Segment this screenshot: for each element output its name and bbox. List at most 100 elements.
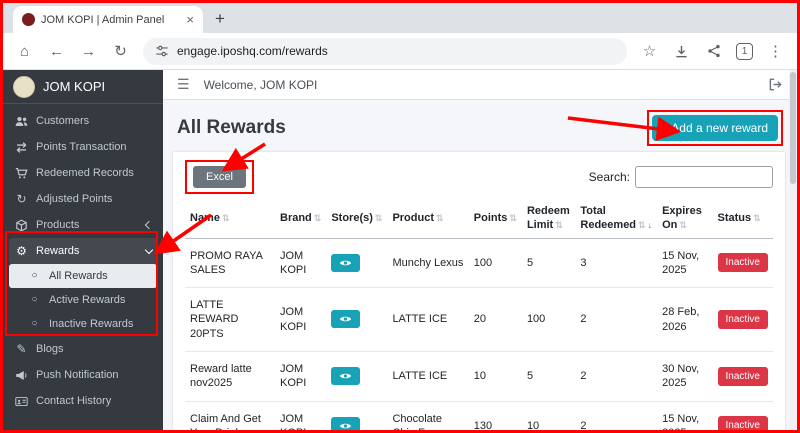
sidebar-item-customers[interactable]: Customers	[9, 108, 157, 134]
view-stores-button[interactable]	[331, 253, 361, 272]
sidebar-item-products[interactable]: Products	[9, 212, 157, 238]
col-header-name[interactable]: Name ⇅	[185, 200, 275, 239]
site-favicon	[22, 13, 35, 26]
cell-product: LATTE ICE	[387, 287, 469, 352]
sidebar-item-all-rewards[interactable]: ○ All Rewards	[9, 264, 157, 288]
browser-tab[interactable]: JOM KOPI | Admin Panel ×	[13, 6, 203, 33]
col-header-points[interactable]: Points ⇅	[468, 200, 522, 239]
refresh-icon[interactable]: ↻	[111, 42, 130, 60]
download-icon[interactable]	[672, 44, 691, 59]
card-toolbar: Excel Search:	[185, 160, 773, 194]
cell-status: Inactive	[712, 400, 773, 430]
forward-icon[interactable]: →	[79, 43, 98, 60]
new-tab-button[interactable]: +	[207, 6, 233, 32]
scrollbar-thumb[interactable]	[790, 72, 796, 184]
cell-brand: JOM KOPI	[275, 350, 327, 402]
tune-icon[interactable]	[155, 44, 169, 58]
sidebar-item-push-notification[interactable]: Push Notification	[9, 362, 157, 388]
bookmark-star-icon[interactable]: ☆	[640, 42, 659, 60]
sidebar-item-label: Contact History	[36, 395, 112, 407]
chevron-left-icon	[144, 220, 154, 230]
table-row: LATTE REWARD 20PTS JOM KOPI LATTE ICE 20…	[185, 287, 773, 352]
sidebar-item-inactive-rewards[interactable]: ○ Inactive Rewards	[9, 312, 157, 336]
url-text: engage.iposhq.com/rewards	[177, 44, 328, 58]
view-stores-button[interactable]	[331, 367, 361, 386]
col-header-redeem-limit[interactable]: Redeem Limit ⇅	[521, 200, 576, 239]
table-row: Reward latte nov2025 JOM KOPI LATTE ICE …	[185, 350, 773, 402]
status-badge: Inactive	[717, 366, 768, 386]
sidebar-item-label: All Rewards	[49, 270, 108, 282]
cell-stores	[326, 238, 387, 288]
box-icon	[14, 219, 29, 232]
cell-points: 20	[468, 287, 522, 352]
col-header-product[interactable]: Product ⇅	[387, 200, 469, 239]
sidebar-item-rewards[interactable]: ⚙ Rewards	[9, 238, 157, 264]
sidebar-item-blogs[interactable]: ✎ Blogs	[9, 336, 157, 362]
admin-topbar: ☰ Welcome, JOM KOPI	[163, 70, 797, 100]
cell-expires-on: 15 Nov, 2025	[657, 400, 713, 430]
sidebar-item-contact-history[interactable]: Contact History	[9, 388, 157, 414]
brand-name: JOM KOPI	[43, 79, 106, 94]
col-header-status[interactable]: Status ⇅	[712, 200, 773, 239]
col-header-brand[interactable]: Brand ⇅	[275, 200, 327, 239]
col-header-total-redeemed[interactable]: Total Redeemed ⇅ ↓	[575, 200, 658, 239]
megaphone-icon	[14, 369, 29, 382]
welcome-text: Welcome, JOM KOPI	[203, 77, 318, 92]
share-icon[interactable]	[704, 44, 723, 58]
cell-points: 10	[468, 350, 522, 402]
home-icon[interactable]: ⌂	[15, 43, 34, 60]
circle-icon: ○	[31, 318, 38, 329]
browser-toolbar: ⌂ ← → ↻ engage.iposhq.com/rewards ☆ 1 ⋮	[3, 33, 797, 70]
cell-brand: JOM KOPI	[275, 287, 327, 352]
cell-status: Inactive	[712, 350, 773, 402]
tab-count-badge[interactable]: 1	[736, 42, 753, 60]
sidebar-brand[interactable]: JOM KOPI	[3, 70, 163, 104]
tab-close-icon[interactable]: ×	[186, 13, 194, 26]
cell-stores	[326, 287, 388, 352]
cell-product: Munchy Lexus	[392, 256, 464, 269]
sidebar-item-points-transaction[interactable]: Points Transaction	[9, 134, 157, 160]
url-bar[interactable]: engage.iposhq.com/rewards	[143, 37, 627, 65]
sidebar-item-redeemed-records[interactable]: Redeemed Records	[9, 160, 157, 186]
sidebar-item-label: Customers	[36, 115, 90, 127]
cell-points: 130	[468, 400, 522, 430]
circle-icon: ○	[31, 294, 38, 305]
search-input[interactable]	[635, 166, 773, 188]
back-icon[interactable]: ←	[47, 43, 66, 60]
col-header-expires-on[interactable]: Expires On ⇅	[657, 200, 713, 239]
sidebar-item-active-rewards[interactable]: ○ Active Rewards	[9, 288, 157, 312]
screenshot-frame: JOM KOPI | Admin Panel × + ⌂ ← → ↻ engag…	[0, 0, 800, 433]
cell-brand: JOM KOPI	[275, 400, 327, 430]
page-scrollbar[interactable]	[789, 70, 797, 430]
sidebar-item-label: Inactive Rewards	[49, 318, 134, 330]
cell-redeem-limit: 10	[521, 400, 576, 430]
cell-expires-on: 30 Nov, 2025	[657, 350, 713, 402]
sidebar-item-label: Blogs	[36, 343, 64, 355]
cell-status: Inactive	[713, 238, 773, 288]
pen-icon: ✎	[16, 342, 27, 356]
cell-points: 100	[473, 256, 493, 269]
sidebar-item-adjusted-points[interactable]: ↻ Adjusted Points	[9, 186, 157, 212]
circle-icon: ○	[31, 270, 38, 281]
brand-logo	[13, 75, 35, 98]
view-stores-button[interactable]	[331, 310, 361, 329]
annotation-rect-excel: Excel	[185, 160, 254, 194]
sort-icon: ⇅	[555, 219, 563, 230]
chevron-down-icon	[144, 245, 154, 255]
cell-redeem-limit: 100	[521, 287, 576, 352]
excel-export-button[interactable]: Excel	[193, 166, 246, 188]
cell-stores	[326, 350, 388, 402]
cell-redeem-limit: 5	[526, 256, 534, 269]
table-row: PROMO RAYA SALES JOM KOPI Munchy Lexus 1…	[185, 238, 773, 288]
logout-icon[interactable]	[768, 77, 783, 92]
table-search: Search:	[589, 166, 773, 188]
cell-brand: JOM KOPI	[280, 249, 307, 276]
browser-menu-icon[interactable]: ⋮	[766, 42, 785, 60]
add-new-reward-button[interactable]: + Add a new reward	[651, 115, 778, 141]
col-header-stores[interactable]: Store(s) ⇅	[326, 200, 388, 239]
view-stores-button[interactable]	[331, 416, 361, 430]
sort-icon: ⇅	[221, 212, 230, 223]
hamburger-menu-icon[interactable]: ☰	[177, 76, 190, 93]
cell-name: PROMO RAYA SALES	[190, 249, 263, 276]
sidebar: JOM KOPI Customers Points Transaction Re…	[3, 70, 163, 430]
